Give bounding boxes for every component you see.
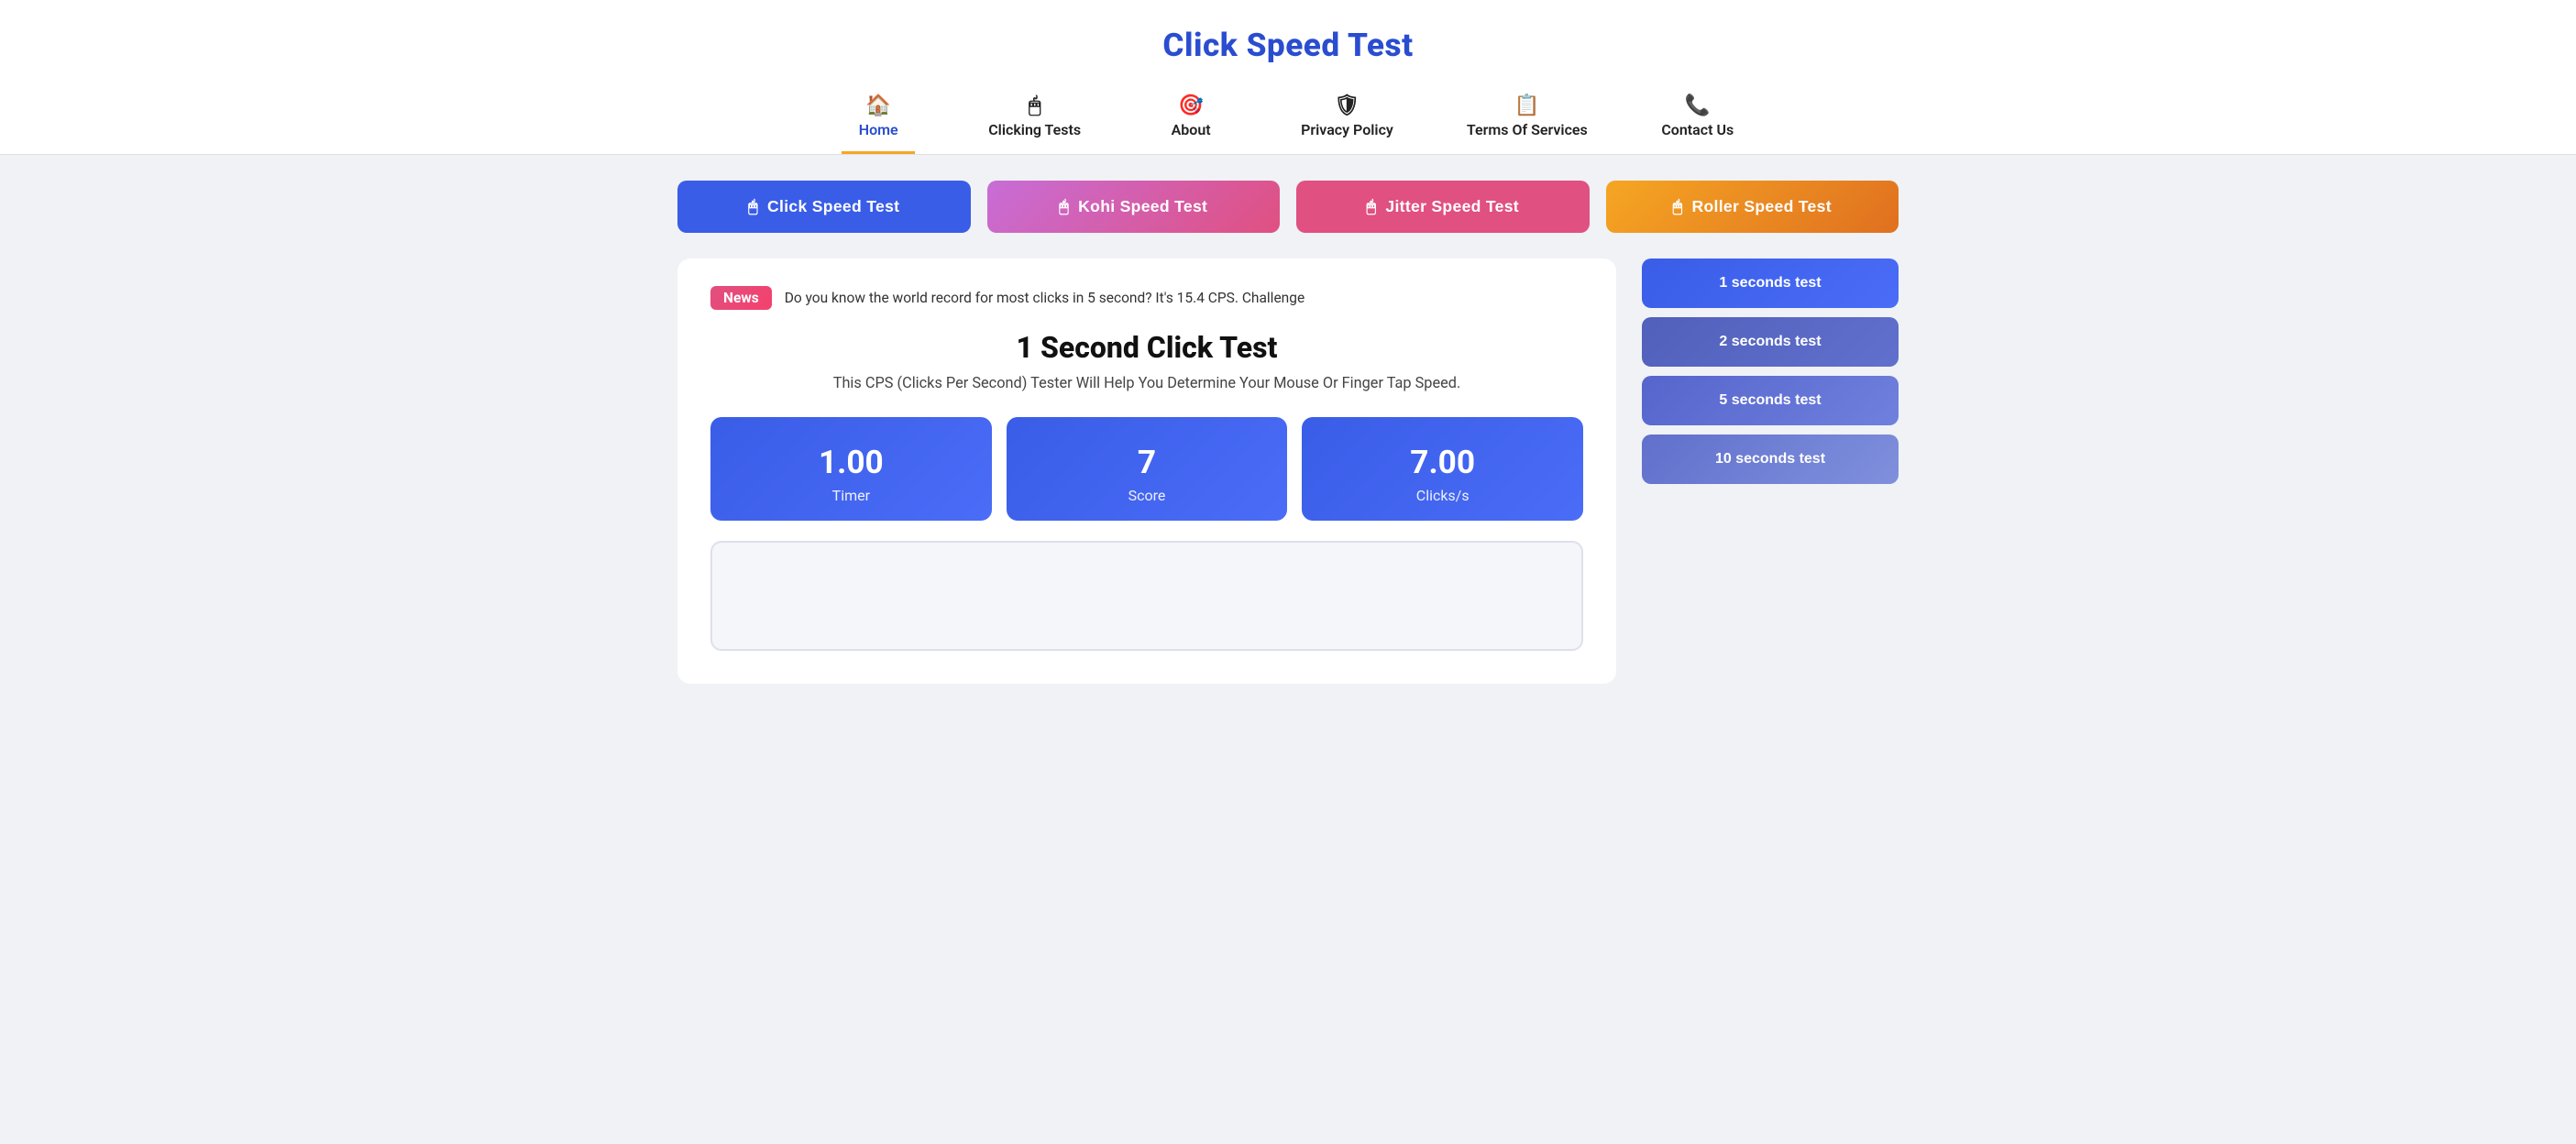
nav-label-terms-of-services: Terms Of Services — [1467, 121, 1588, 138]
jitter-speed-test-mouse-icon: 🖱 — [1367, 197, 1377, 216]
clicks-per-second-box: 7.00 Clicks/s — [1302, 417, 1583, 521]
nav-label-about: About — [1172, 121, 1211, 138]
clicks-per-second-label: Clicks/s — [1316, 487, 1569, 504]
jitter-speed-test-label: Jitter Speed Test — [1385, 197, 1519, 216]
timer-label: Timer — [725, 487, 977, 504]
kohi-speed-test-button[interactable]: 🖱 Kohi Speed Test — [987, 181, 1281, 233]
timer-value: 1.00 — [725, 443, 977, 481]
nav-label-privacy-policy: Privacy Policy — [1301, 121, 1393, 138]
news-text: Do you know the world record for most cl… — [785, 290, 1305, 306]
roller-speed-test-label: Roller Speed Test — [1691, 197, 1831, 216]
nav-item-terms-of-services[interactable]: 📋 Terms Of Services — [1467, 94, 1588, 154]
news-bar: News Do you know the world record for mo… — [710, 286, 1583, 310]
nav-item-clicking-tests[interactable]: 🖱 Clicking Tests — [988, 94, 1081, 154]
main-content: News Do you know the world record for mo… — [655, 258, 1921, 720]
10-seconds-test-button[interactable]: 10 seconds test — [1642, 434, 1899, 484]
score-box: 7 Score — [1007, 417, 1288, 521]
nav-item-home[interactable]: 🏠 Home — [842, 94, 915, 154]
kohi-speed-test-mouse-icon: 🖱 — [1059, 197, 1069, 216]
score-label: Score — [1021, 487, 1273, 504]
nav-label-clicking-tests: Clicking Tests — [988, 121, 1081, 138]
score-value: 7 — [1021, 443, 1273, 481]
roller-speed-test-button[interactable]: 🖱 Roller Speed Test — [1606, 181, 1899, 233]
timer-box: 1.00 Timer — [710, 417, 992, 521]
nav-item-contact-us[interactable]: 📞 Contact Us — [1661, 94, 1734, 154]
test-buttons-row: 🖱 Click Speed Test 🖱 Kohi Speed Test 🖱 J… — [655, 181, 1921, 233]
phone-icon: 📞 — [1685, 94, 1711, 117]
document-icon: 📋 — [1514, 94, 1540, 117]
kohi-speed-test-label: Kohi Speed Test — [1078, 197, 1207, 216]
news-badge: News — [710, 286, 772, 310]
5-seconds-test-button[interactable]: 5 seconds test — [1642, 376, 1899, 425]
click-speed-test-button[interactable]: 🖱 Click Speed Test — [677, 181, 971, 233]
right-sidebar: 1 seconds test 2 seconds test 5 seconds … — [1642, 258, 1899, 484]
roller-speed-test-mouse-icon: 🖱 — [1673, 197, 1683, 216]
jitter-speed-test-button[interactable]: 🖱 Jitter Speed Test — [1296, 181, 1590, 233]
nav-label-home: Home — [859, 121, 898, 138]
nav-item-about[interactable]: 🎯 About — [1154, 94, 1227, 154]
target-icon: 🎯 — [1178, 94, 1204, 117]
2-seconds-test-button[interactable]: 2 seconds test — [1642, 317, 1899, 367]
clicks-per-second-value: 7.00 — [1316, 443, 1569, 481]
site-header: Click Speed Test 🏠 Home 🖱 Clicking Tests… — [0, 0, 2576, 155]
home-icon: 🏠 — [865, 94, 891, 117]
nav-item-privacy-policy[interactable]: 🛡 Privacy Policy — [1301, 94, 1393, 154]
nav-label-contact-us: Contact Us — [1661, 121, 1734, 138]
click-speed-test-label: Click Speed Test — [767, 197, 899, 216]
mouse-icon: 🖱 — [1029, 94, 1040, 117]
1-seconds-test-button[interactable]: 1 seconds test — [1642, 258, 1899, 308]
test-main-title: 1 Second Click Test — [710, 330, 1583, 365]
test-subtitle: This CPS (Clicks Per Second) Tester Will… — [710, 374, 1583, 391]
shield-icon: 🛡 — [1334, 94, 1360, 117]
stats-row: 1.00 Timer 7 Score 7.00 Clicks/s — [710, 417, 1583, 521]
site-title: Click Speed Test — [0, 26, 2576, 64]
left-panel: News Do you know the world record for mo… — [677, 258, 1616, 684]
nav-bar: 🏠 Home 🖱 Clicking Tests 🎯 About 🛡 Privac… — [0, 84, 2576, 154]
click-speed-test-mouse-icon: 🖱 — [748, 197, 758, 216]
click-area[interactable] — [710, 541, 1583, 651]
